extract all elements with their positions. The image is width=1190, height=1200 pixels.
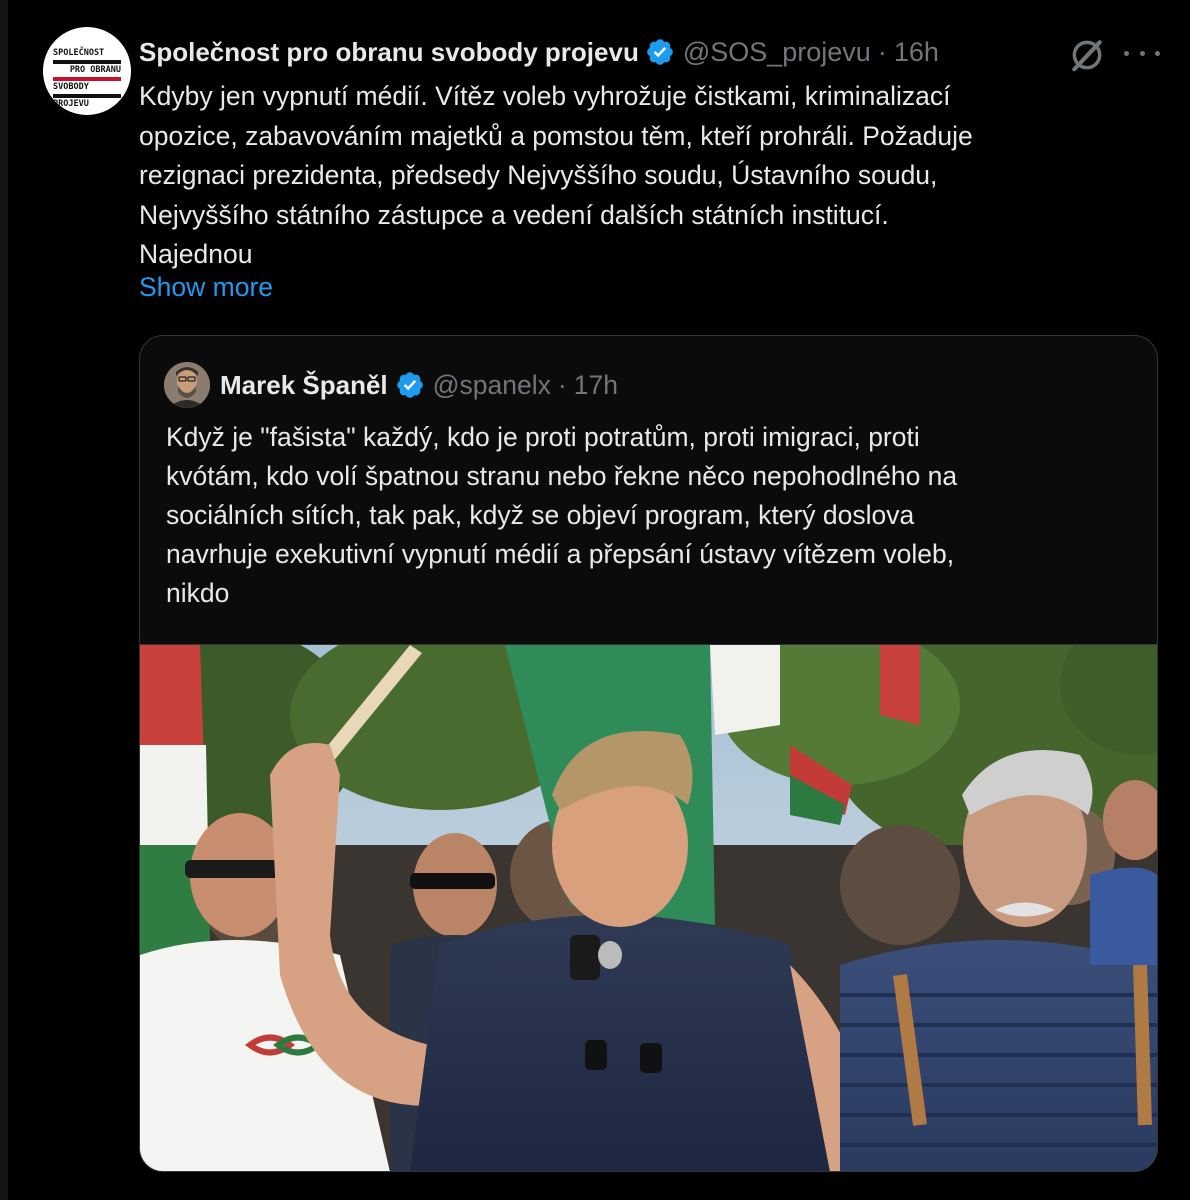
quote-text: Když je "fašista" každý, kdo je proti po… [166, 418, 1126, 613]
separator-dot: · [557, 369, 567, 400]
tweet-text: Kdyby jen vypnutí médií. Vítěz voleb vyh… [139, 77, 1149, 275]
tweet-header: Společnost pro obranu svobody projevu @S… [139, 32, 939, 72]
quote-author-name[interactable]: Marek Španěl [220, 370, 388, 401]
tweet-text-line: Nejvyššího státního zástupce a vedení da… [139, 199, 889, 230]
avatar-logo-line: SPOLEČNOST [53, 48, 105, 58]
tweet-text-line: rezignaci prezidenta, předsedy Nejvyššíh… [139, 160, 938, 190]
quote-text-line: sociálních sítích, tak pak, když se obje… [166, 500, 915, 530]
quote-text-line: navrhuje exekutivní vypnutí médií a přep… [166, 539, 955, 569]
avatar-logo-line: SVOBODY [53, 82, 89, 92]
author-avatar[interactable]: SPOLEČNOST PRO OBRANU SVOBODY PROJEVU [43, 27, 131, 115]
quote-text-line: Když je "fašista" každý, kdo je proti po… [166, 422, 920, 452]
quote-header: Marek Španěl @spanelx · 17h [164, 362, 618, 408]
quote-photo[interactable] [140, 644, 1157, 1171]
more-options-icon[interactable] [1124, 38, 1160, 68]
quoted-tweet[interactable]: Marek Španěl @spanelx · 17h Když je "faš… [139, 335, 1158, 1172]
quote-text-line: kvótám, kdo volí špatnou stranu nebo řek… [166, 461, 958, 491]
avatar-logo-line: PRO OBRANU [69, 65, 121, 75]
show-more-link[interactable]: Show more [139, 272, 273, 303]
tweet[interactable]: SPOLEČNOST PRO OBRANU SVOBODY PROJEVU Sp… [8, 0, 1190, 1200]
tweet-text-line: Najednou [139, 239, 253, 269]
verified-badge-icon [396, 372, 423, 398]
author-name[interactable]: Společnost pro obranu svobody projevu [139, 37, 639, 68]
window-edge [0, 0, 8, 1200]
avatar-logo: SPOLEČNOST PRO OBRANU SVOBODY PROJEVU [53, 49, 121, 109]
quote-author-avatar[interactable] [164, 362, 210, 408]
timestamp[interactable]: 16h [894, 37, 939, 68]
separator-dot: · [877, 36, 887, 67]
grok-icon[interactable] [1068, 36, 1106, 74]
verified-badge-icon [647, 39, 673, 65]
quote-text-line: nikdo [166, 578, 230, 608]
author-handle[interactable]: @SOS_projevu [683, 37, 871, 68]
tweet-text-line: Kdyby jen vypnutí médií. Vítěz voleb vyh… [139, 81, 951, 111]
quote-timestamp[interactable]: 17h [574, 370, 618, 401]
quote-author-handle[interactable]: @spanelx [433, 370, 551, 401]
tweet-text-line: opozice, zabavováním majetků a pomstou t… [139, 120, 973, 151]
avatar-logo-line: PROJEVU [53, 99, 89, 109]
